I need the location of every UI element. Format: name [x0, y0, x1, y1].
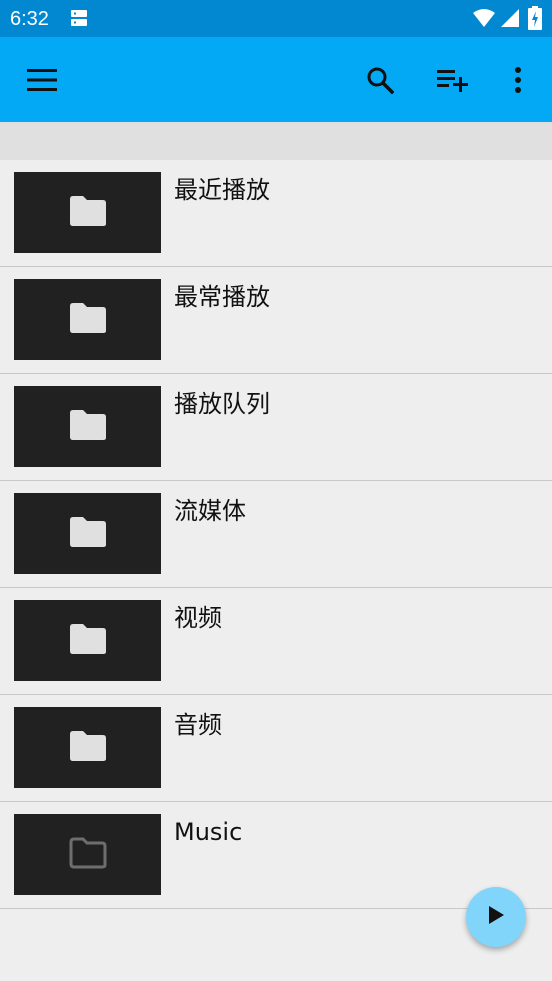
- status-time: 6:32: [10, 8, 49, 30]
- list-item-label: Music: [174, 818, 243, 846]
- folder-icon: [68, 623, 108, 659]
- browse-list: 最近播放 最常播放 播放队列 流媒体 视频 音频 Music: [0, 160, 552, 909]
- sd-storage-icon: [70, 9, 88, 33]
- play-fab-button[interactable]: [466, 887, 526, 947]
- list-item-label: 音频: [174, 711, 222, 739]
- list-item-label: 播放队列: [174, 390, 270, 418]
- thumbnail: [14, 279, 161, 360]
- list-item[interactable]: 流媒体: [0, 481, 552, 588]
- status-bar: 6:32: [0, 0, 552, 37]
- thumbnail: [14, 386, 161, 467]
- folder-icon: [68, 195, 108, 231]
- thumbnail: [14, 814, 161, 895]
- list-item-label: 最近播放: [174, 176, 270, 204]
- list-item[interactable]: 视频: [0, 588, 552, 695]
- list-item[interactable]: 播放队列: [0, 374, 552, 481]
- list-item-label: 最常播放: [174, 283, 270, 311]
- playlist-add-icon[interactable]: [431, 58, 475, 102]
- folder-outline-icon: [68, 837, 108, 873]
- more-vert-icon[interactable]: [496, 58, 540, 102]
- battery-charging-icon: [528, 6, 542, 30]
- app-bar: [0, 37, 552, 122]
- list-item-label: 视频: [174, 604, 222, 632]
- signal-icon: [500, 8, 520, 32]
- thumbnail: [14, 600, 161, 681]
- list-item-label: 流媒体: [174, 497, 246, 525]
- folder-icon: [68, 516, 108, 552]
- folder-icon: [68, 730, 108, 766]
- thumbnail: [14, 172, 161, 253]
- thumbnail: [14, 707, 161, 788]
- folder-icon: [68, 409, 108, 445]
- search-icon[interactable]: [358, 58, 402, 102]
- list-item[interactable]: 最常播放: [0, 267, 552, 374]
- wifi-icon: [472, 8, 496, 32]
- thumbnail: [14, 493, 161, 574]
- list-item[interactable]: 音频: [0, 695, 552, 802]
- menu-icon[interactable]: [20, 58, 64, 102]
- sub-header-strip: [0, 122, 552, 160]
- folder-icon: [68, 302, 108, 338]
- play-icon: [487, 905, 505, 929]
- list-item[interactable]: Music: [0, 802, 552, 909]
- list-item[interactable]: 最近播放: [0, 160, 552, 267]
